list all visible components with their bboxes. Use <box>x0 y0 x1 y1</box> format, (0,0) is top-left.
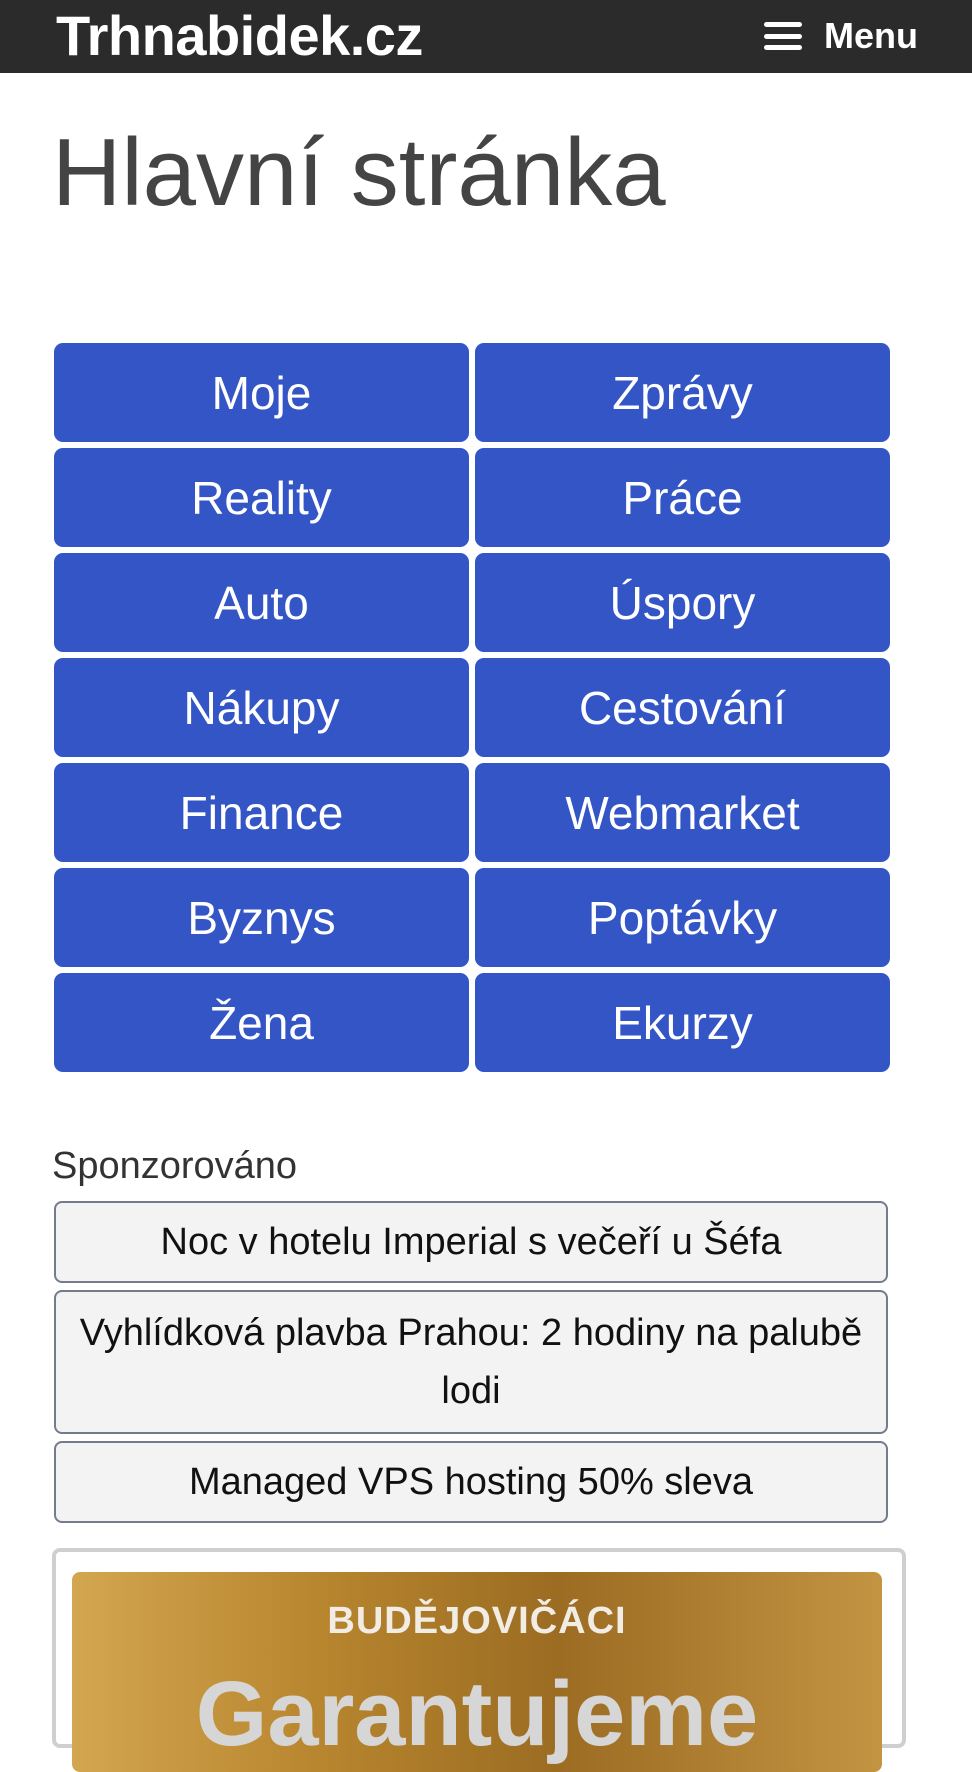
ad-banner-image[interactable]: BUDĚJOVIČÁCI Garantujeme <box>72 1572 882 1772</box>
sponsored-label: Sponzorováno <box>52 1145 298 1187</box>
banner-headline: Garantujeme <box>195 1663 759 1765</box>
sponsored-ad-button[interactable]: Noc v hotelu Imperial s večeří u Šéfa <box>54 1201 888 1283</box>
menu-button[interactable]: Menu <box>764 14 918 58</box>
hamburger-icon <box>764 22 802 50</box>
site-logo-link[interactable]: Trhnabidek.cz <box>56 4 423 68</box>
ad-banner-frame: BUDĚJOVIČÁCI Garantujeme <box>52 1548 906 1772</box>
category-button-poptavky[interactable]: Poptávky <box>475 868 890 967</box>
category-button-zena[interactable]: Žena <box>54 973 469 1072</box>
sponsored-ad-list: Noc v hotelu Imperial s večeří u Šéfa Vy… <box>54 1201 888 1530</box>
category-grid: Moje Zprávy Reality Práce Auto Úspory Ná… <box>54 343 892 1072</box>
category-button-webmarket[interactable]: Webmarket <box>475 763 890 862</box>
category-button-nakupy[interactable]: Nákupy <box>54 658 469 757</box>
category-button-uspory[interactable]: Úspory <box>475 553 890 652</box>
category-button-prace[interactable]: Práce <box>475 448 890 547</box>
category-button-finance[interactable]: Finance <box>54 763 469 862</box>
banner-top-text: BUDĚJOVIČÁCI <box>327 1600 627 1642</box>
menu-label: Menu <box>824 15 918 56</box>
sponsored-ad-button[interactable]: Managed VPS hosting 50% sleva <box>54 1441 888 1523</box>
top-navbar: Trhnabidek.cz Menu <box>0 0 972 73</box>
category-button-ekurzy[interactable]: Ekurzy <box>475 973 890 1072</box>
category-button-zpravy[interactable]: Zprávy <box>475 343 890 442</box>
category-button-auto[interactable]: Auto <box>54 553 469 652</box>
sponsored-ad-button[interactable]: Vyhlídková plavba Prahou: 2 hodiny na pa… <box>54 1290 888 1434</box>
category-button-byznys[interactable]: Byznys <box>54 868 469 967</box>
category-button-reality[interactable]: Reality <box>54 448 469 547</box>
category-button-moje[interactable]: Moje <box>54 343 469 442</box>
category-button-cestovani[interactable]: Cestování <box>475 658 890 757</box>
page-title: Hlavní stránka <box>52 119 666 226</box>
